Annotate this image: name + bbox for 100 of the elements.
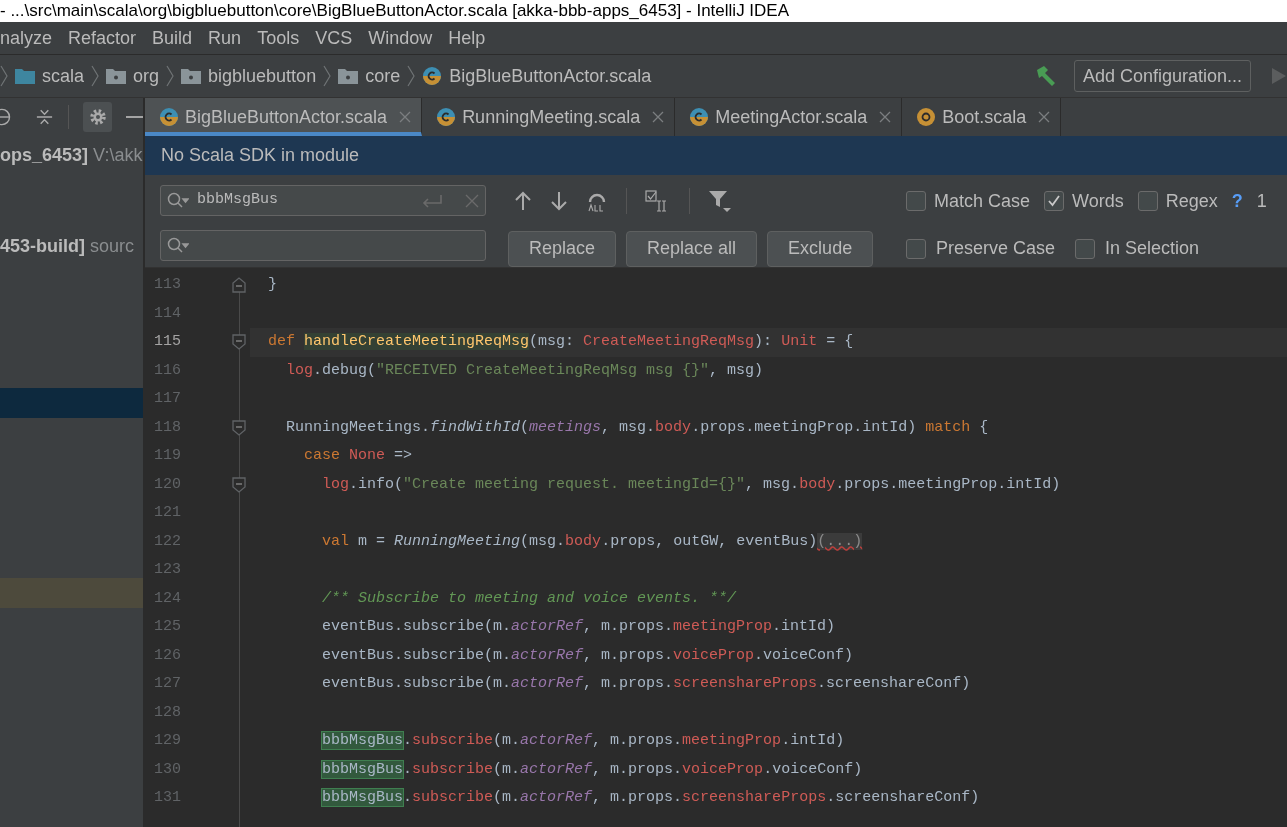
line-number: 115 [153, 332, 181, 352]
replace-button[interactable]: Replace all [626, 230, 758, 267]
code-line: bbbMsgBus.subscribe(m.actorRef, m.props.screenshareProps.screenshareConf) [321, 788, 980, 808]
breadcrumb[interactable]: scala [42, 62, 85, 90]
breadcrumb[interactable]: core [365, 62, 401, 90]
checkbox[interactable] [906, 191, 926, 211]
fold-icon[interactable] [231, 334, 247, 351]
line-number: 116 [153, 360, 181, 381]
target-icon[interactable] [0, 107, 12, 127]
menu-item[interactable]: nalyze [0, 24, 69, 52]
class-file-icon [689, 107, 710, 127]
menu-item[interactable]: Help [448, 24, 502, 52]
checkbox[interactable] [1075, 238, 1096, 259]
minimize-icon[interactable] [125, 115, 143, 119]
close-icon[interactable] [652, 111, 665, 123]
line-number: 114 [153, 303, 181, 324]
line-number: 125 [153, 617, 181, 637]
option-label[interactable]: Regex [1165, 187, 1218, 215]
help-link[interactable]: ? [1231, 187, 1243, 215]
run-icon[interactable] [1271, 67, 1287, 85]
line-number: 131 [153, 788, 181, 808]
arrow-down-icon[interactable] [550, 191, 568, 211]
code-line: eventBus.subscribe(m.actorRef, m.props.meetingProp.intId) [321, 617, 836, 637]
code-line: /** Subscribe to meeting and voice events. **/ [321, 588, 737, 609]
chevron-icon [166, 65, 175, 87]
replace-button[interactable]: Exclude [767, 230, 874, 267]
menu-item[interactable]: Window [368, 24, 449, 52]
tree-row[interactable]: 453-build] sourc [0, 231, 143, 261]
code-line: def handleCreateMeetingReqMsg(msg: CreateMeetingReqMsg): Unit = { [268, 332, 854, 352]
line-number: 117 [153, 389, 181, 409]
option-label[interactable]: Preserve Case [936, 235, 1056, 262]
code-line: log.info("Create meeting request. meetingId={}", msg.body.props.meetingProp.intId) [321, 474, 1061, 495]
match-count: 1 [1256, 189, 1267, 213]
settings-icon[interactable] [83, 102, 112, 132]
menu-item[interactable]: Run [208, 24, 258, 52]
folder-icon [106, 68, 127, 84]
search-icon [167, 191, 189, 210]
line-number: 119 [153, 446, 181, 466]
line-number: 127 [153, 674, 181, 694]
breadcrumb[interactable]: BigBlueButtonActor.scala [449, 62, 652, 90]
option-label[interactable]: In Selection [1105, 235, 1200, 262]
line-number: 128 [153, 702, 181, 723]
arrow-up-icon[interactable] [514, 191, 532, 211]
line-number: 120 [153, 474, 181, 495]
replace-field[interactable] [160, 230, 486, 261]
filter-icon[interactable] [708, 189, 732, 213]
class-file-icon [422, 66, 443, 86]
line-number: 126 [153, 645, 181, 666]
checkbox[interactable] [1044, 191, 1065, 211]
option-label[interactable]: Match Case [934, 187, 1031, 215]
class-file-icon [436, 107, 457, 127]
search-field[interactable]: bbbMsgBus [160, 185, 486, 216]
replace-button[interactable]: Replace [508, 230, 617, 267]
line-number: 122 [153, 531, 181, 552]
window-title: - ...\src\main\scala\org\bigbluebutton\core\BigBlueButtonActor.scala [akka-bbb-apps_6453] - IntelliJ IDEA [0, 0, 790, 22]
class-file-icon [159, 107, 179, 127]
menu-item[interactable]: Build [152, 24, 209, 52]
code-line: RunningMeetings.findWithId(meetings, msg.body.props.meetingProp.intId) match { [285, 417, 989, 438]
line-number: 129 [153, 731, 181, 751]
add-configuration-button[interactable]: Add Configuration... [1073, 60, 1251, 92]
code-line: eventBus.subscribe(m.actorRef, m.props.voiceProp.voiceConf) [321, 645, 854, 666]
line-number: 123 [153, 560, 181, 580]
chevron-icon [91, 65, 100, 87]
menu-item[interactable]: VCS [315, 24, 369, 52]
menu-item[interactable]: Tools [257, 24, 316, 52]
chevron-icon [407, 65, 416, 87]
search-icon [167, 236, 189, 255]
menu-item[interactable]: Refactor [68, 24, 153, 52]
close-icon[interactable] [879, 111, 892, 123]
code-line: bbbMsgBus.subscribe(m.actorRef, m.props.meetingProp.intId) [321, 731, 845, 751]
object-file-icon [916, 107, 937, 127]
clear-icon[interactable] [465, 193, 479, 208]
line-number: 118 [153, 417, 181, 438]
checkbox[interactable] [906, 238, 926, 259]
folder-icon [338, 68, 359, 84]
code-line: val m = RunningMeeting(msg.body.props, outGW, eventBus)(...) [321, 531, 863, 552]
line-number: 113 [153, 275, 181, 295]
chevron-icon [0, 65, 8, 87]
breadcrumb[interactable]: bigbluebutton [208, 62, 317, 90]
folder-icon [181, 68, 202, 84]
enter-icon [421, 193, 443, 208]
code-line: bbbMsgBus.subscribe(m.actorRef, m.props.voiceProp.voiceConf) [321, 759, 863, 780]
close-icon[interactable] [1038, 111, 1051, 123]
editor-tab[interactable]: BigBlueButtonActor.scala [145, 98, 423, 136]
fold-icon[interactable] [231, 277, 247, 294]
code-line: log.debug("RECEIVED CreateMeetingReqMsg msg {}", msg) [285, 360, 764, 381]
fold-icon[interactable] [231, 476, 247, 493]
tree-row[interactable]: ops_6453] V:\akk [0, 140, 143, 170]
folder-icon [15, 68, 35, 84]
line-number: 124 [153, 588, 181, 609]
code-line: } [268, 275, 277, 295]
line-number: 130 [153, 759, 181, 780]
close-icon[interactable] [399, 111, 412, 123]
line-number: 121 [153, 503, 181, 523]
breadcrumb[interactable]: org [133, 62, 160, 90]
option-label[interactable]: Words [1072, 187, 1124, 215]
checkbox[interactable] [1137, 191, 1158, 211]
fold-icon[interactable] [231, 419, 247, 436]
notification-banner: No Scala SDK in module [145, 136, 1287, 175]
collapse-icon[interactable] [35, 107, 55, 127]
